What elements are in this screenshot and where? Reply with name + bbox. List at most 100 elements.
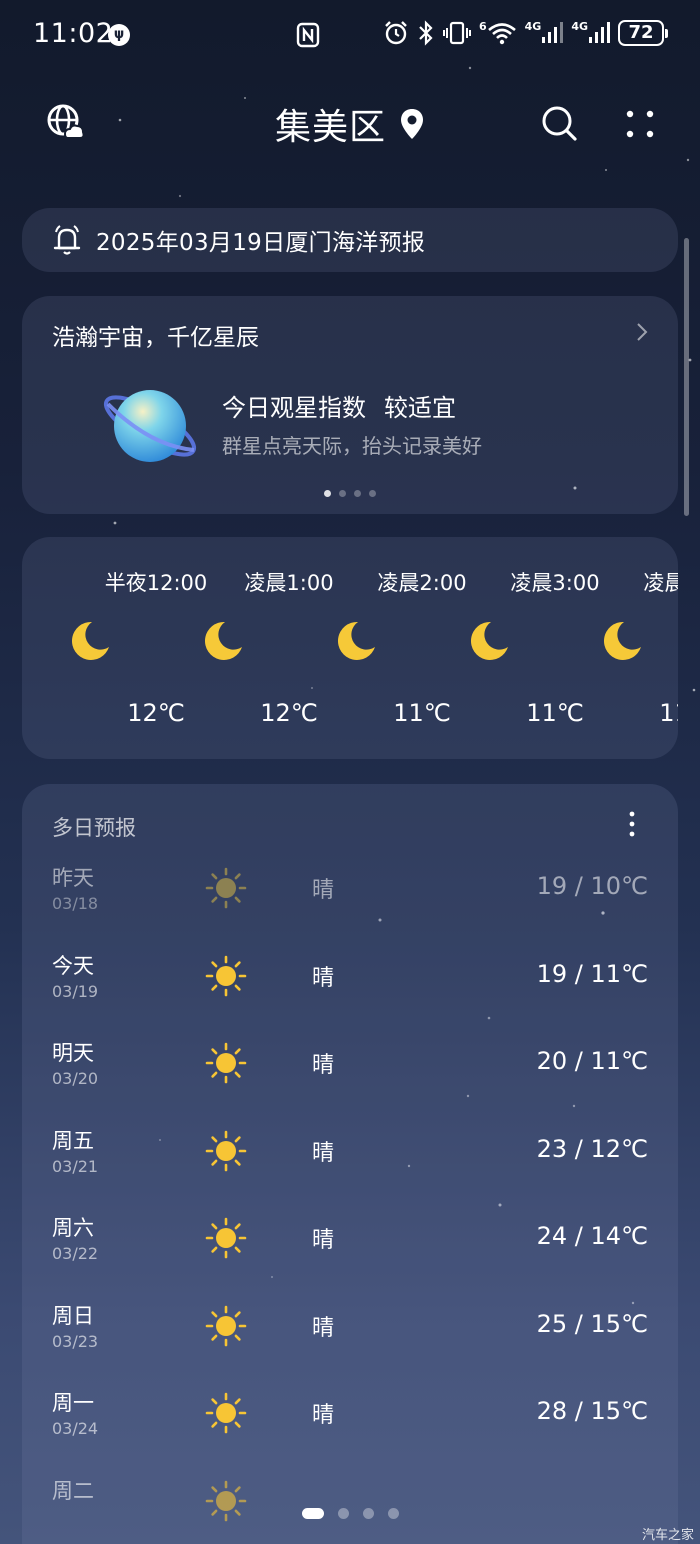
chevron-right-icon[interactable] [636, 322, 648, 342]
sun-icon [204, 1479, 248, 1527]
sun-icon [204, 1041, 248, 1089]
day-condition: 晴 [312, 1228, 335, 1253]
status-bar: 11:02 ψ 6 4G 4G 72 [0, 0, 700, 72]
hour-time: 半夜12:00 [104, 571, 208, 595]
stargazing-index-value: 较适宜 [384, 394, 456, 422]
day-date: 03/24 [52, 1419, 99, 1438]
daily-row[interactable]: 明天 03/20 晴 20 / 11℃ [22, 1037, 678, 1125]
alarm-icon [385, 21, 407, 45]
stargazing-index: 今日观星指数 较适宜 [222, 388, 456, 423]
sun-icon [204, 1129, 248, 1177]
network-label-2: 4G [571, 19, 588, 33]
marine-forecast-notice[interactable]: 2025年03月19日厦门海洋预报 [22, 208, 678, 272]
daily-forecast-card[interactable]: 多日预报 昨天 03/18 晴 19 / 10℃ 今天 03/19 晴 19 / 11℃ 明天 0… [22, 784, 678, 1544]
sun-icon [204, 1216, 248, 1264]
day-condition: 晴 [312, 1315, 335, 1341]
stargazing-title: 浩瀚宇宙，千亿星辰 [52, 325, 259, 351]
daily-row[interactable]: 今天 03/19 晴 19 / 11℃ [22, 950, 678, 1038]
network-label-1: 4G [524, 19, 542, 33]
day-date: 03/23 [52, 1331, 99, 1351]
bluetooth-icon [419, 20, 433, 46]
city-title-group[interactable]: 集美区 [0, 98, 700, 150]
city-name[interactable]: 集美区 [275, 98, 386, 150]
day-condition: 晴 [312, 1140, 335, 1166]
daily-row[interactable]: 周六 03/22 晴 24 / 14℃ [22, 1212, 678, 1300]
hour-temp: 11℃ [393, 699, 451, 727]
daily-forecast-title: 多日预报 [52, 816, 136, 840]
day-date: 03/22 [52, 1244, 99, 1263]
more-vertical-icon[interactable] [620, 810, 644, 838]
status-icons: 6 4G 4G 72 [383, 19, 668, 46]
day-date: 03/18 [52, 894, 99, 913]
signal-icon-2 [589, 22, 610, 43]
day-condition: 晴 [312, 1053, 335, 1078]
daily-row[interactable]: 昨天 03/18 晴 19 / 10℃ [22, 862, 678, 950]
scrollbar[interactable] [684, 238, 689, 516]
stargazing-index-label: 今日观星指数 [222, 394, 366, 422]
sun-icon [204, 954, 248, 1002]
daily-row[interactable]: 周五 03/21 晴 23 / 12℃ [22, 1125, 678, 1213]
day-name: 周二 [52, 1478, 94, 1503]
hour-temp: 11℃ [659, 699, 678, 727]
moon-icon [600, 619, 644, 667]
day-name: 今天 [52, 953, 94, 978]
page-dot[interactable] [337, 1508, 349, 1519]
hourly-forecast-card[interactable]: 半夜12:00 12℃ 凌晨1:00 12℃ 凌晨2:00 11℃ 凌晨3:00 11℃ 凌晨4… [22, 537, 678, 759]
daily-row[interactable]: 周一 03/24 晴 28 / 15℃ [22, 1387, 678, 1475]
page-dot[interactable] [362, 1508, 374, 1519]
hour-temp: 12℃ [260, 699, 318, 727]
day-temp-range: 19 / 11℃ [536, 959, 648, 988]
planet-icon [103, 390, 197, 462]
app-notification-icon: ψ [108, 24, 130, 46]
sun-icon [204, 866, 248, 914]
carousel-dot [354, 490, 361, 497]
nfc-icon [296, 22, 320, 48]
wifi-6-label: 6 [478, 19, 487, 33]
carousel-dot [339, 490, 346, 497]
moon-icon [201, 619, 245, 667]
page-indicator[interactable] [0, 1508, 700, 1519]
notice-text: 2025年03月19日厦门海洋预报 [96, 230, 426, 256]
sun-icon [204, 1391, 248, 1439]
day-condition: 晴 [312, 878, 335, 903]
sun-icon [204, 1304, 248, 1352]
day-condition: 晴 [312, 965, 335, 991]
day-date: 03/20 [52, 1069, 99, 1088]
day-name: 周五 [52, 1128, 94, 1153]
stargazing-card[interactable]: 浩瀚宇宙，千亿星辰 今日观星指数 较适宜 群星点亮天际，抬头记录美好 [22, 296, 678, 514]
search-icon[interactable] [540, 104, 578, 142]
hour-temp: 11℃ [526, 699, 584, 727]
day-date: 03/21 [52, 1156, 99, 1176]
battery-indicator: 72 [618, 20, 668, 46]
moon-icon [334, 619, 378, 667]
more-grid-icon[interactable] [622, 106, 658, 142]
status-time: 11:02 [33, 18, 114, 49]
day-date: 03/19 [52, 981, 99, 1001]
carousel-dot [324, 490, 331, 497]
page-dot[interactable] [301, 1508, 324, 1519]
hour-time: 凌晨3:00 [510, 571, 600, 595]
page-dot[interactable] [387, 1508, 399, 1519]
moon-icon [68, 619, 112, 667]
day-temp-range: 25 / 15℃ [536, 1309, 648, 1338]
bell-icon [53, 225, 81, 255]
hour-time: 凌晨2:00 [377, 571, 467, 595]
day-temp-range: 24 / 14℃ [536, 1222, 648, 1250]
signal-icon-1 [542, 22, 564, 43]
day-condition: 晴 [312, 1403, 335, 1428]
wifi-icon [487, 23, 516, 45]
hour-time: 凌晨1:00 [244, 571, 334, 595]
vibrate-icon [442, 21, 471, 45]
day-temp-range: 28 / 15℃ [536, 1397, 648, 1425]
stargazing-subtitle: 群星点亮天际，抬头记录美好 [222, 434, 482, 458]
carousel-dot [369, 490, 376, 497]
daily-row[interactable]: 周日 03/23 晴 25 / 15℃ [22, 1300, 678, 1388]
day-name: 周六 [52, 1216, 94, 1240]
app-header: 集美区 [0, 92, 700, 154]
day-temp-range: 20 / 11℃ [536, 1047, 648, 1075]
hour-temp: 12℃ [127, 699, 185, 727]
day-name: 昨天 [52, 866, 94, 890]
hour-time: 凌晨4:00 [643, 571, 678, 595]
day-name: 明天 [52, 1041, 94, 1065]
day-temp-range: 23 / 12℃ [536, 1134, 648, 1163]
